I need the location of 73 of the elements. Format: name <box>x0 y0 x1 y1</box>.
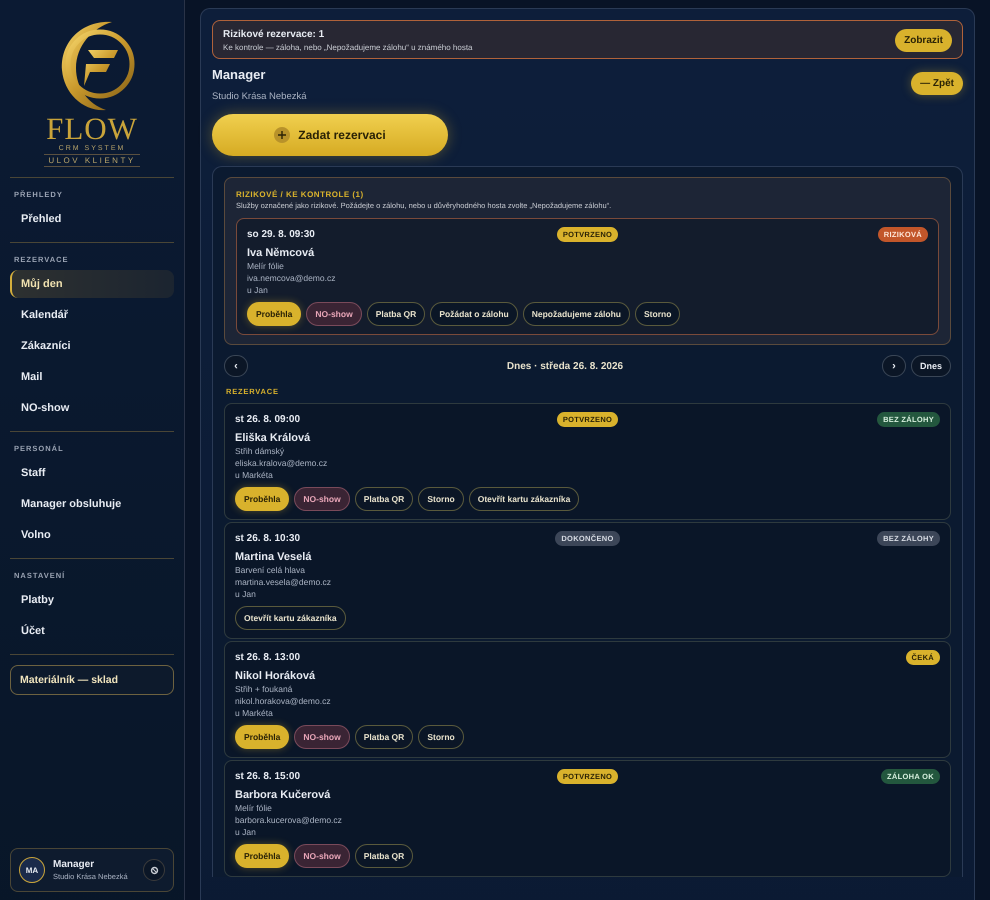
logo-title: FLOW <box>46 114 138 144</box>
service-name: Barvení celá hlava <box>235 565 306 575</box>
action-button[interactable]: Proběhla <box>235 844 290 868</box>
action-button[interactable]: Storno <box>635 302 680 326</box>
sidebar-item[interactable]: NO-show <box>10 394 174 422</box>
sidebar-item[interactable]: Volno <box>10 521 174 549</box>
action-button[interactable]: Storno <box>418 487 464 511</box>
sidebar-item[interactable]: Účet <box>10 617 174 645</box>
sidebar-item[interactable]: Můj den <box>10 270 174 298</box>
customer-email: barbora.kucerova@demo.cz <box>235 815 343 825</box>
add-reservation-button[interactable]: Zadat rezervaci <box>212 114 448 156</box>
action-button[interactable]: NO-show <box>294 487 350 511</box>
service-name: Střih + foukaná <box>235 684 294 694</box>
action-button[interactable]: Platba QR <box>366 302 426 326</box>
customer-name: Barbora Kučerová <box>235 789 332 801</box>
customer-name: Eliška Králová <box>235 432 312 444</box>
logo-tagline: ULOV KLIENTY <box>44 154 140 167</box>
customer-email: eliska.kralova@demo.cz <box>235 458 328 468</box>
date-label: Dnes · středa 26. 8. 2026 <box>506 360 624 372</box>
customer-name: Iva Němcová <box>247 247 316 259</box>
action-button[interactable]: Nepožadujeme zálohu <box>522 302 630 326</box>
sidebar-item[interactable]: Manager obsluhuje <box>10 490 174 518</box>
booking-datetime: st 26. 8. 09:00 <box>235 414 302 425</box>
sidebar-item[interactable]: Přehled <box>10 205 174 233</box>
booking-datetime: st 26. 8. 15:00 <box>235 771 302 782</box>
action-button[interactable]: Otevřít kartu zákazníka <box>468 487 580 511</box>
action-button[interactable]: Proběhla <box>235 725 290 749</box>
sidebar-item[interactable]: Staff <box>10 459 174 487</box>
service-name: Střih dámský <box>235 446 286 456</box>
section-heading: RIZIKOVÉ / KE KONTROLE (1) <box>236 190 365 199</box>
today-button[interactable]: Dnes <box>910 355 951 377</box>
page-subtitle: Studio Krása Nebezká <box>212 91 307 102</box>
staff-name: u Jan <box>247 285 269 295</box>
action-button[interactable]: Proběhla <box>247 302 302 326</box>
action-button[interactable]: Otevřít kartu zákazníka <box>235 606 346 630</box>
next-day-button[interactable]: › <box>882 355 906 377</box>
customer-name: Martina Veselá <box>235 551 312 563</box>
booking-datetime: st 26. 8. 13:00 <box>235 652 302 663</box>
show-button[interactable]: Zobrazit <box>895 29 952 52</box>
action-button[interactable]: Požádat o zálohu <box>430 302 518 326</box>
action-button[interactable]: Storno <box>418 725 464 749</box>
booking-datetime: so 29. 8. 09:30 <box>247 229 316 240</box>
alert-title: Rizikové rezervace: 1 <box>223 29 326 40</box>
customer-email: martina.vesela@demo.cz <box>235 577 332 587</box>
alert-text: Ke kontrole — záloha, nebo „Nepožadujeme zálohu“ u známého hosta <box>223 43 472 52</box>
plus-icon <box>274 127 290 143</box>
booking-datetime: st 26. 8. 10:30 <box>235 533 302 544</box>
sidebar-item[interactable]: Zákazníci <box>10 332 174 360</box>
action-button[interactable]: NO-show <box>294 725 350 749</box>
service-name: Melír fólie <box>247 261 285 271</box>
back-button[interactable]: — Zpět <box>911 72 963 95</box>
previous-day-button[interactable]: ‹ <box>224 355 248 377</box>
sidebar-item[interactable]: Kalendář <box>10 301 174 329</box>
customer-name: Nikol Horáková <box>235 670 316 682</box>
staff-name: u Jan <box>235 589 257 599</box>
action-button[interactable]: NO-show <box>306 302 362 326</box>
staff-name: u Jan <box>235 827 257 837</box>
staff-name: u Markéta <box>235 470 274 480</box>
avatar: MA <box>19 857 45 883</box>
user-name: Manager <box>53 859 96 870</box>
action-button[interactable]: Proběhla <box>235 487 290 511</box>
sidebar-item[interactable]: Platby <box>10 586 174 614</box>
action-button[interactable]: Platba QR <box>354 725 414 749</box>
sidebar-item[interactable]: Mail <box>10 363 174 391</box>
service-name: Melír fólie <box>235 803 273 813</box>
action-button[interactable]: Platba QR <box>354 487 414 511</box>
customer-email: nikol.horakova@demo.cz <box>235 696 332 706</box>
page-title: Manager <box>212 67 266 82</box>
inventory-button[interactable]: Materiálník — sklad <box>10 665 174 695</box>
customer-email: iva.nemcova@demo.cz <box>247 273 336 283</box>
staff-name: u Markéta <box>235 708 274 718</box>
action-button[interactable]: NO-show <box>294 844 350 868</box>
action-button[interactable]: Platba QR <box>354 844 414 868</box>
